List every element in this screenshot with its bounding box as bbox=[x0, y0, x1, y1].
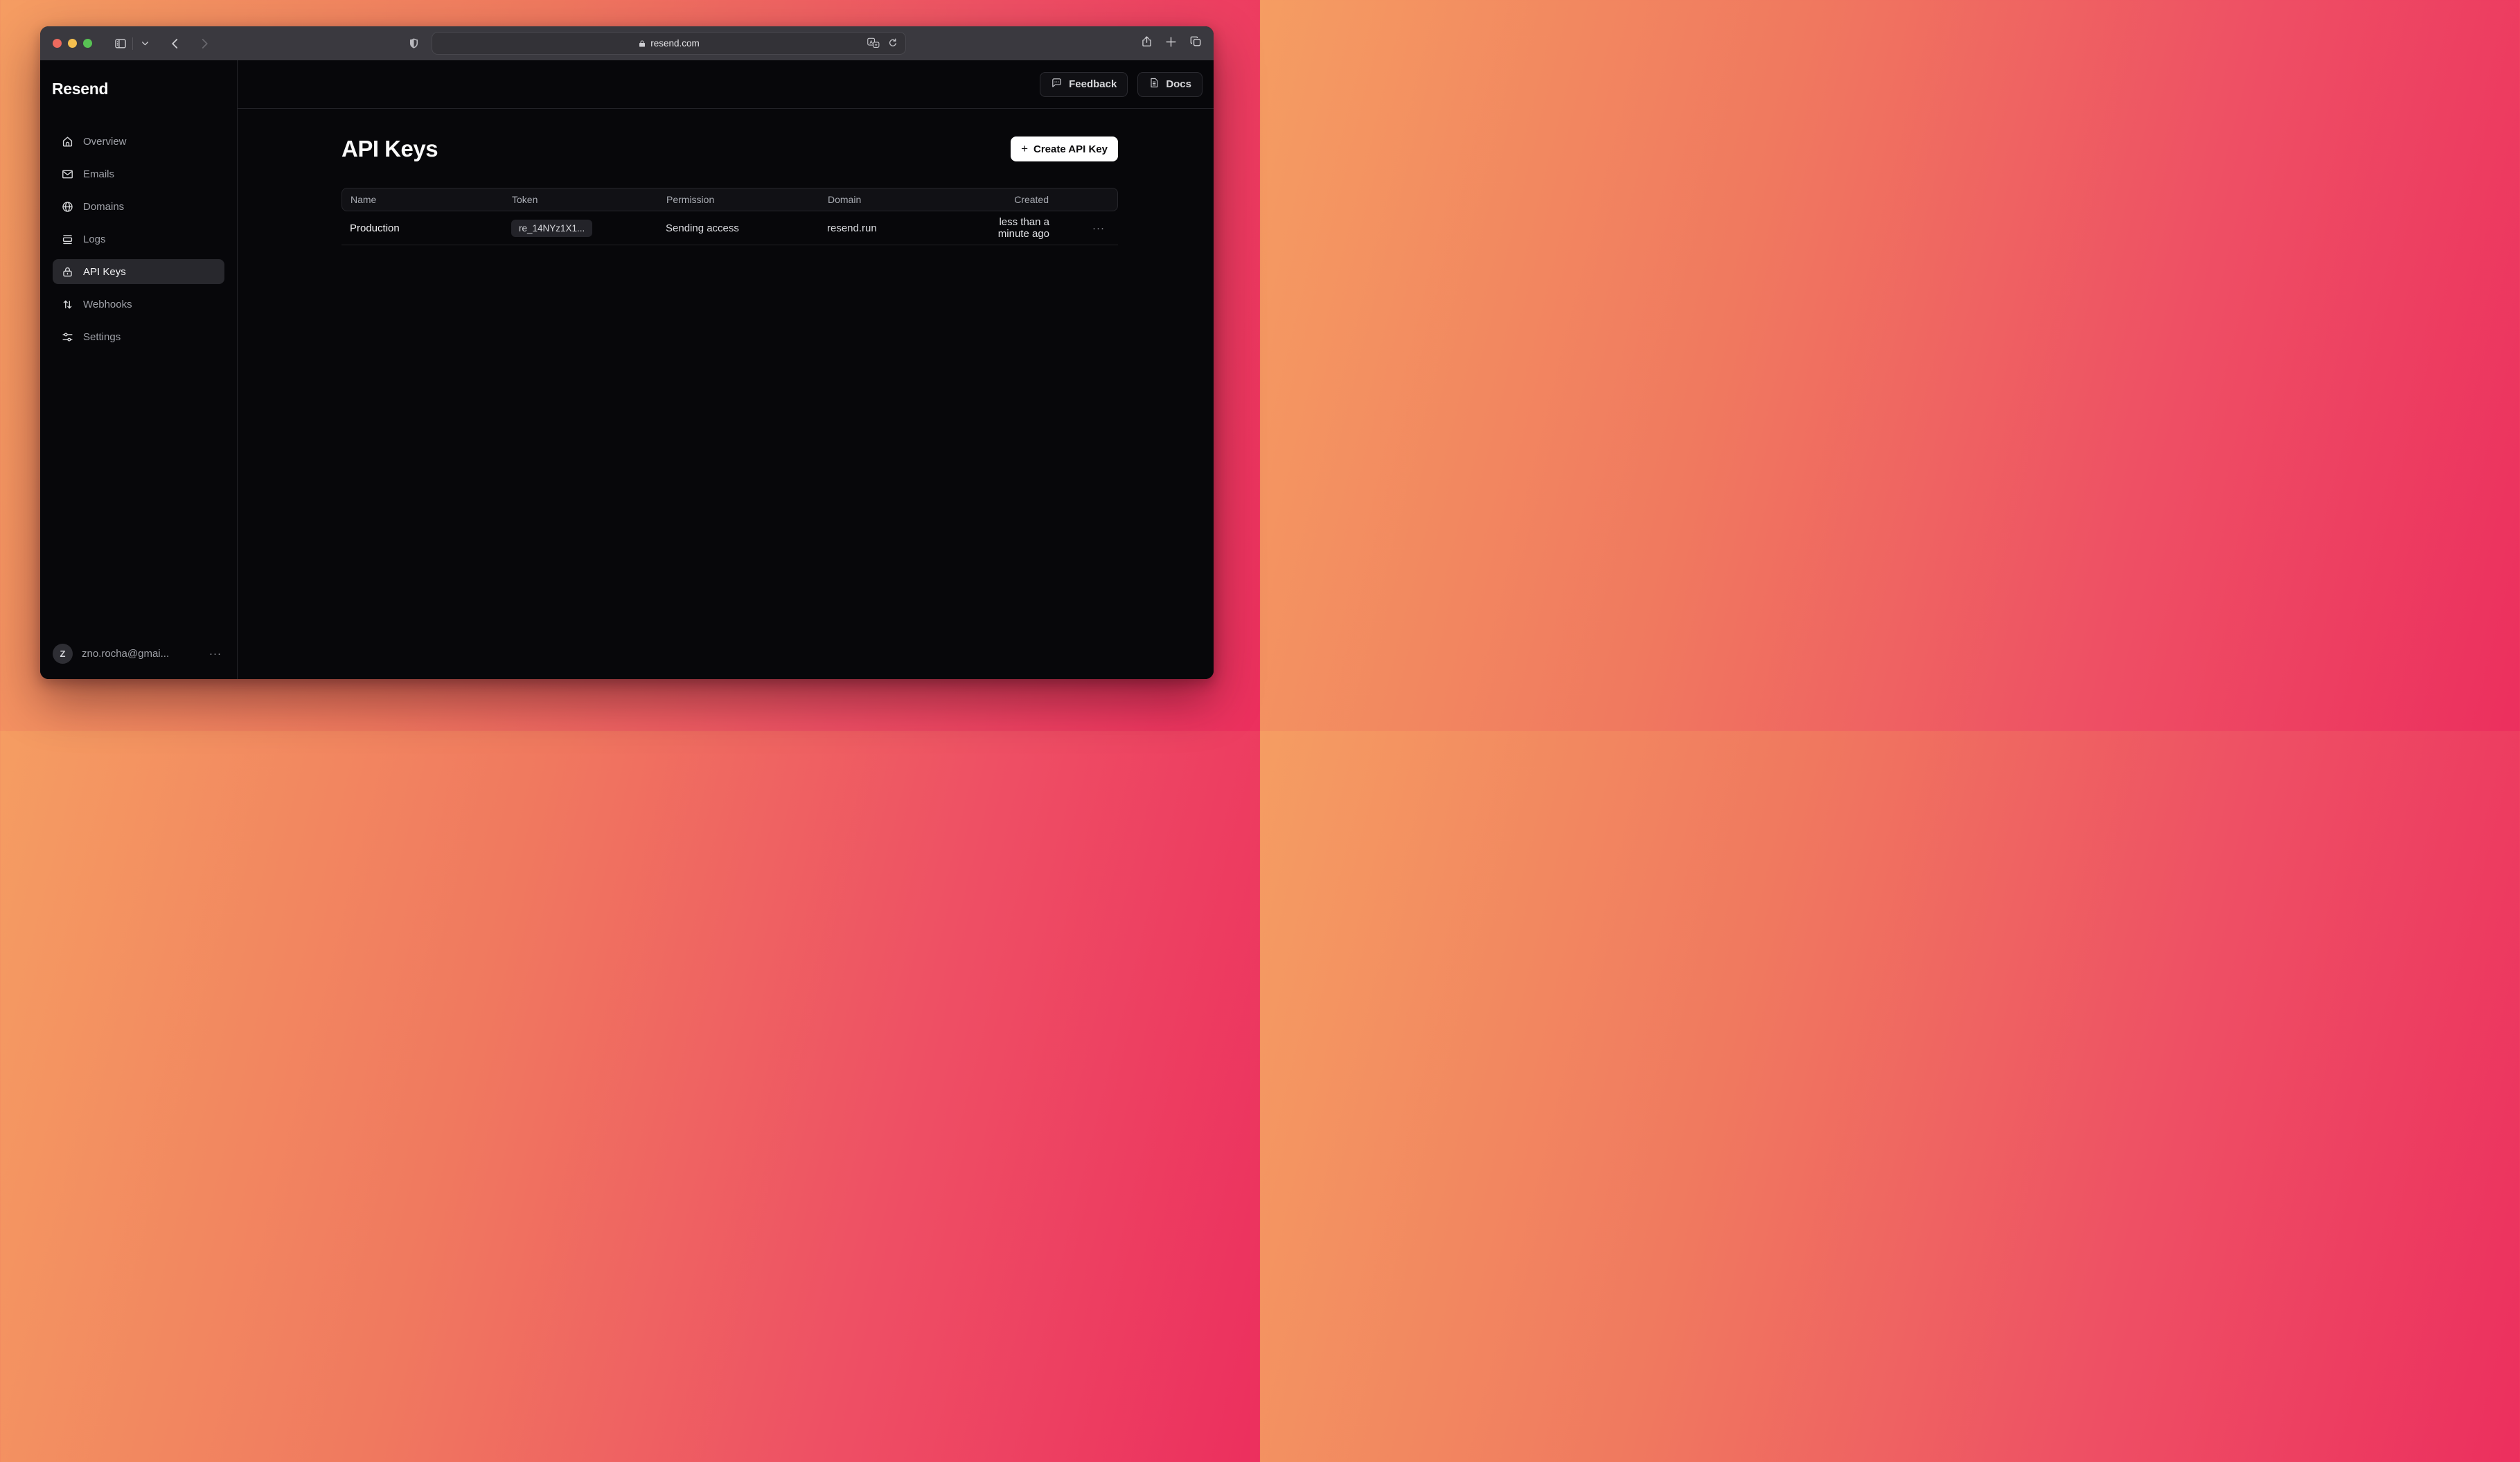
sidebar-nav: Overview Emails bbox=[40, 129, 237, 349]
chevron-down-icon[interactable] bbox=[134, 33, 155, 54]
plus-icon: + bbox=[1021, 142, 1028, 156]
docs-icon bbox=[1148, 77, 1160, 91]
sidebar-item-label: Emails bbox=[83, 168, 114, 180]
sidebar-item-emails[interactable]: Emails bbox=[53, 161, 224, 186]
sidebar-toggle-icon[interactable] bbox=[110, 33, 131, 54]
svg-text:A: A bbox=[869, 40, 873, 45]
docs-button[interactable]: Docs bbox=[1137, 72, 1203, 97]
desktop-background: resend.com A ✦ bbox=[0, 0, 1260, 731]
close-window-button[interactable] bbox=[53, 39, 62, 48]
account-menu-icon[interactable]: ··· bbox=[209, 648, 222, 660]
address-bar-url: resend.com bbox=[650, 38, 700, 49]
translate-icon[interactable]: A ✦ bbox=[867, 37, 880, 51]
page-title: API Keys bbox=[341, 136, 438, 162]
sidebar-item-label: API Keys bbox=[83, 266, 126, 278]
svg-text:✦: ✦ bbox=[874, 43, 878, 48]
sidebar-item-api-keys[interactable]: API Keys bbox=[53, 259, 224, 284]
column-header-permission: Permission bbox=[658, 194, 819, 205]
api-key-name: Production bbox=[341, 222, 503, 234]
address-bar[interactable]: resend.com A ✦ bbox=[432, 32, 906, 55]
sliders-icon bbox=[61, 331, 74, 344]
api-keys-table: Name Token Permission Domain Created Pro… bbox=[341, 188, 1118, 245]
lock-icon bbox=[61, 265, 74, 279]
sidebar-item-overview[interactable]: Overview bbox=[53, 129, 224, 154]
reload-icon[interactable] bbox=[887, 37, 898, 51]
page-content: API Keys + Create API Key Name Token Per… bbox=[238, 109, 1214, 245]
feedback-icon bbox=[1051, 77, 1063, 91]
tab-overview-icon[interactable] bbox=[1189, 35, 1203, 52]
privacy-shield-icon[interactable] bbox=[407, 26, 420, 60]
traffic-lights bbox=[53, 39, 92, 48]
api-key-token-cell: re_14NYz1X1... bbox=[503, 220, 657, 237]
browser-window: resend.com A ✦ bbox=[40, 26, 1214, 679]
zoom-window-button[interactable] bbox=[83, 39, 92, 48]
column-header-created: Created bbox=[981, 194, 1079, 205]
logs-icon bbox=[61, 233, 74, 246]
toolbar-divider bbox=[132, 37, 133, 50]
sidebar-item-label: Settings bbox=[83, 331, 121, 343]
account-row[interactable]: Z zno.rocha@gmai... ··· bbox=[53, 644, 222, 664]
api-key-token-chip[interactable]: re_14NYz1X1... bbox=[511, 220, 592, 237]
back-icon[interactable] bbox=[165, 33, 186, 54]
sidebar: Resend Overview bbox=[40, 60, 238, 679]
page-topbar: Feedback Docs bbox=[238, 60, 1214, 109]
sidebar-item-webhooks[interactable]: Webhooks bbox=[53, 292, 224, 317]
https-lock-icon bbox=[638, 39, 646, 48]
feedback-button[interactable]: Feedback bbox=[1040, 72, 1128, 97]
create-api-key-button[interactable]: + Create API Key bbox=[1011, 136, 1118, 161]
sidebar-item-label: Webhooks bbox=[83, 299, 132, 310]
docs-button-label: Docs bbox=[1166, 78, 1191, 90]
column-header-token: Token bbox=[504, 194, 658, 205]
sidebar-item-domains[interactable]: Domains bbox=[53, 194, 224, 219]
account-email: zno.rocha@gmai... bbox=[82, 648, 209, 660]
api-key-permission: Sending access bbox=[657, 222, 819, 234]
table-row: Production re_14NYz1X1... Sending access… bbox=[341, 211, 1118, 245]
sidebar-item-label: Overview bbox=[83, 136, 127, 148]
main-area: Feedback Docs bbox=[238, 60, 1214, 679]
browser-toolbar: resend.com A ✦ bbox=[40, 26, 1214, 60]
api-key-domain: resend.run bbox=[819, 222, 980, 234]
share-icon[interactable] bbox=[1140, 35, 1153, 52]
forward-icon[interactable] bbox=[194, 33, 215, 54]
globe-icon bbox=[61, 200, 74, 213]
resend-logo: Resend bbox=[52, 80, 237, 98]
table-header: Name Token Permission Domain Created bbox=[341, 188, 1118, 211]
avatar: Z bbox=[53, 644, 73, 664]
create-api-key-label: Create API Key bbox=[1033, 143, 1108, 155]
home-icon bbox=[61, 135, 74, 148]
row-menu-icon[interactable]: ··· bbox=[1092, 222, 1105, 234]
sidebar-item-settings[interactable]: Settings bbox=[53, 324, 224, 349]
mail-icon bbox=[61, 168, 74, 181]
column-header-domain: Domain bbox=[819, 194, 981, 205]
minimize-window-button[interactable] bbox=[68, 39, 77, 48]
api-key-actions-cell: ··· bbox=[1079, 222, 1118, 234]
column-header-name: Name bbox=[342, 194, 504, 205]
arrows-up-down-icon bbox=[61, 298, 74, 311]
new-tab-icon[interactable] bbox=[1164, 35, 1178, 52]
sidebar-item-label: Domains bbox=[83, 201, 124, 213]
api-key-created: less than a minute ago bbox=[980, 216, 1079, 240]
sidebar-item-label: Logs bbox=[83, 234, 106, 245]
sidebar-item-logs[interactable]: Logs bbox=[53, 227, 224, 252]
app-root: Resend Overview bbox=[40, 60, 1214, 679]
feedback-button-label: Feedback bbox=[1069, 78, 1117, 90]
